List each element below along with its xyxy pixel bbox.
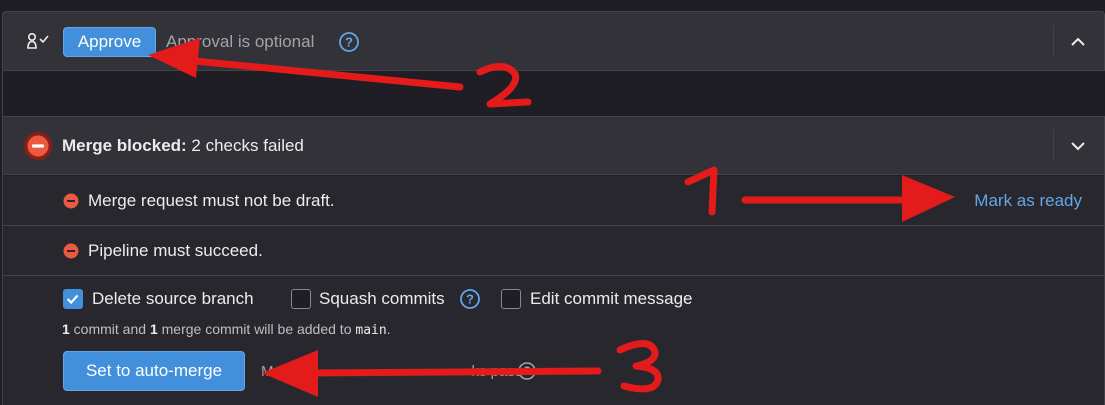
svg-text:?: ? — [523, 364, 530, 378]
failed-check-icon — [63, 243, 79, 259]
auto-merge-note-end: ks pass — [471, 363, 523, 380]
spacer — [2, 71, 1105, 117]
divider — [1053, 130, 1054, 162]
merge-header: Merge blocked: 2 checks failed — [3, 117, 1104, 175]
squash-commits-label[interactable]: Squash commits — [319, 289, 445, 311]
question-circle-icon[interactable]: ? — [338, 31, 360, 53]
target-branch: main — [355, 323, 387, 338]
merge-status-title: Merge blocked: 2 checks failed — [62, 136, 304, 156]
commit-info-text: 1 commit and 1 merge commit will be adde… — [62, 321, 391, 338]
approval-widget: Approve Approval is optional ? — [2, 11, 1105, 71]
commit-info-part: . — [386, 321, 391, 337]
merge-status-bold: Merge blocked: — [62, 136, 187, 155]
merge-options: Delete source branch Squash commits ? Ed… — [3, 276, 1104, 405]
svg-text:?: ? — [466, 292, 474, 307]
squash-commits-checkbox[interactable] — [291, 289, 311, 309]
question-circle-icon[interactable]: ? — [517, 361, 537, 381]
question-circle-icon[interactable]: ? — [459, 288, 481, 310]
commit-count: 1 — [62, 321, 70, 337]
delete-source-branch-label[interactable]: Delete source branch — [92, 289, 254, 311]
auto-merge-note: Mks pass — [261, 363, 522, 380]
chevron-down-icon[interactable] — [1067, 135, 1089, 157]
edit-commit-message-checkbox[interactable] — [501, 289, 521, 309]
check-row-pipeline: Pipeline must succeed. — [3, 226, 1104, 276]
merge-widget: Merge blocked: 2 checks failed Merge req… — [2, 116, 1105, 405]
check-text: Merge request must not be draft. — [88, 191, 335, 210]
user-check-icon — [27, 32, 49, 49]
merge-commit-count: 1 — [149, 321, 158, 337]
approve-button[interactable]: Approve — [63, 27, 156, 57]
svg-text:?: ? — [345, 35, 353, 50]
top-strip — [0, 0, 1105, 11]
chevron-up-icon[interactable] — [1067, 31, 1089, 53]
check-text: Pipeline must succeed. — [88, 241, 263, 260]
check-row-draft: Merge request must not be draft. Mark as… — [3, 176, 1104, 226]
divider — [1053, 26, 1054, 58]
commit-info-part: commit and — [69, 321, 150, 337]
commit-info-part: merge commit will be added to — [157, 321, 356, 337]
blocked-circle-icon — [24, 132, 52, 160]
delete-source-branch-checkbox[interactable] — [63, 289, 83, 309]
set-to-auto-merge-button[interactable]: Set to auto-merge — [63, 351, 245, 391]
mark-as-ready-link[interactable]: Mark as ready — [974, 191, 1082, 211]
checkmark-icon — [66, 294, 79, 305]
auto-merge-note-start: M — [261, 363, 274, 380]
merge-status-detail: 2 checks failed — [186, 136, 304, 155]
approval-status-text: Approval is optional — [166, 32, 315, 51]
failed-check-icon — [63, 193, 79, 209]
edit-commit-message-label[interactable]: Edit commit message — [530, 289, 693, 311]
